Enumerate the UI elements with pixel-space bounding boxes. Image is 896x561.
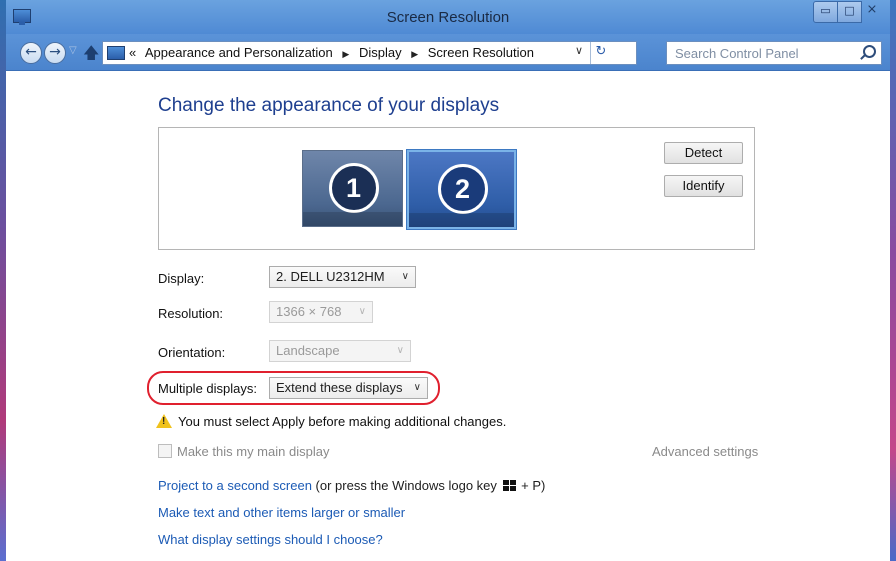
apply-warning: You must select Apply before making addi… bbox=[156, 414, 506, 429]
breadcrumb-separator-icon[interactable]: ▶ bbox=[411, 49, 418, 59]
resolution-label: Resolution: bbox=[158, 306, 224, 321]
screen-resolution-window: Screen Resolution ▭ □ ⨯ ← → ▽ 🡅 « Appear… bbox=[6, 0, 890, 561]
monitor-taskbar bbox=[409, 213, 514, 227]
resolution-select[interactable]: 1366 × 768 ∨ bbox=[269, 301, 373, 323]
warning-text: You must select Apply before making addi… bbox=[178, 414, 507, 429]
chevron-down-icon: ∨ bbox=[396, 345, 404, 356]
minimize-button[interactable]: ▭ bbox=[813, 1, 838, 23]
display-select[interactable]: 2. DELL U2312HM ∨ bbox=[269, 266, 416, 288]
title-bar[interactable]: Screen Resolution ▭ □ ⨯ bbox=[6, 0, 890, 34]
chevron-down-icon: ∨ bbox=[401, 271, 409, 282]
breadcrumb-separator-icon[interactable]: ▶ bbox=[342, 49, 349, 59]
multiple-displays-select-value: Extend these displays bbox=[276, 380, 403, 395]
monitor-1[interactable]: 1 bbox=[302, 150, 403, 227]
display-arrangement-panel: 1 2 Detect Identify bbox=[158, 127, 755, 250]
maximize-button[interactable]: □ bbox=[837, 1, 862, 23]
multiple-displays-select[interactable]: Extend these displays ∨ bbox=[269, 377, 428, 399]
main-display-checkbox[interactable] bbox=[158, 444, 172, 458]
warning-icon bbox=[156, 414, 172, 428]
window-title: Screen Resolution bbox=[386, 9, 510, 26]
identify-button[interactable]: Identify bbox=[664, 175, 743, 197]
detect-button[interactable]: Detect bbox=[664, 142, 743, 164]
address-dropdown-icon[interactable]: ∨ bbox=[572, 44, 586, 57]
close-button[interactable]: ⨯ bbox=[861, 1, 883, 21]
text-size-link[interactable]: Make text and other items larger or smal… bbox=[158, 505, 405, 520]
navigation-bar: ← → ▽ 🡅 « Appearance and Personalization… bbox=[6, 34, 890, 71]
breadcrumb-screen-resolution[interactable]: Screen Resolution bbox=[428, 45, 534, 60]
page-title: Change the appearance of your displays bbox=[158, 95, 500, 116]
orientation-select-value: Landscape bbox=[276, 343, 340, 358]
orientation-label: Orientation: bbox=[158, 345, 226, 360]
larger-text-line: Make text and other items larger or smal… bbox=[158, 505, 405, 520]
settings-help-line: What display settings should I choose? bbox=[158, 532, 383, 547]
forward-button[interactable]: → bbox=[44, 42, 66, 64]
breadcrumb-appearance[interactable]: Appearance and Personalization bbox=[145, 45, 333, 60]
breadcrumb-display[interactable]: Display bbox=[359, 45, 402, 60]
forward-arrow-icon: → bbox=[49, 44, 61, 60]
recent-locations-chevron-icon[interactable]: ▽ bbox=[69, 45, 77, 56]
windows-logo-icon bbox=[502, 480, 516, 491]
back-button[interactable]: ← bbox=[20, 42, 42, 64]
search-input[interactable] bbox=[673, 45, 857, 62]
main-display-option[interactable]: Make this my main display bbox=[158, 444, 329, 459]
project-line: Project to a second screen (or press the… bbox=[158, 478, 545, 493]
monitor-number: 1 bbox=[328, 163, 379, 213]
refresh-icon[interactable]: ↻ bbox=[590, 42, 611, 64]
control-panel-icon bbox=[107, 46, 125, 60]
chevron-down-icon: ∨ bbox=[358, 306, 366, 317]
display-settings-help-link[interactable]: What display settings should I choose? bbox=[158, 532, 383, 547]
display-label: Display: bbox=[158, 271, 205, 286]
monitor-taskbar bbox=[303, 212, 402, 226]
monitor-number: 2 bbox=[437, 164, 488, 214]
orientation-select[interactable]: Landscape ∨ bbox=[269, 340, 411, 362]
multiple-displays-label: Multiple displays: bbox=[158, 381, 257, 396]
project-second-screen-link[interactable]: Project to a second screen bbox=[158, 478, 312, 493]
up-arrow-icon[interactable]: 🡅 bbox=[83, 42, 99, 69]
breadcrumb-overflow[interactable]: « bbox=[129, 45, 136, 60]
chevron-down-icon: ∨ bbox=[413, 382, 421, 393]
search-icon[interactable] bbox=[863, 45, 876, 58]
resolution-select-value: 1366 × 768 bbox=[276, 304, 342, 319]
main-display-label: Make this my main display bbox=[177, 444, 330, 459]
breadcrumb: « Appearance and Personalization ▶ Displ… bbox=[129, 45, 534, 60]
advanced-settings-link[interactable]: Advanced settings bbox=[652, 444, 758, 459]
display-select-value: 2. DELL U2312HM bbox=[276, 269, 385, 284]
search-box[interactable] bbox=[666, 41, 882, 65]
monitor-2[interactable]: 2 bbox=[407, 150, 516, 229]
main-content: Change the appearance of your displays 1… bbox=[6, 71, 890, 561]
address-bar[interactable]: « Appearance and Personalization ▶ Displ… bbox=[102, 41, 637, 65]
desktop-background-right bbox=[890, 0, 896, 561]
project-note-before: (or press the Windows logo key bbox=[311, 478, 501, 493]
project-note-after: + P) bbox=[517, 478, 546, 493]
back-arrow-icon: ← bbox=[25, 44, 37, 60]
